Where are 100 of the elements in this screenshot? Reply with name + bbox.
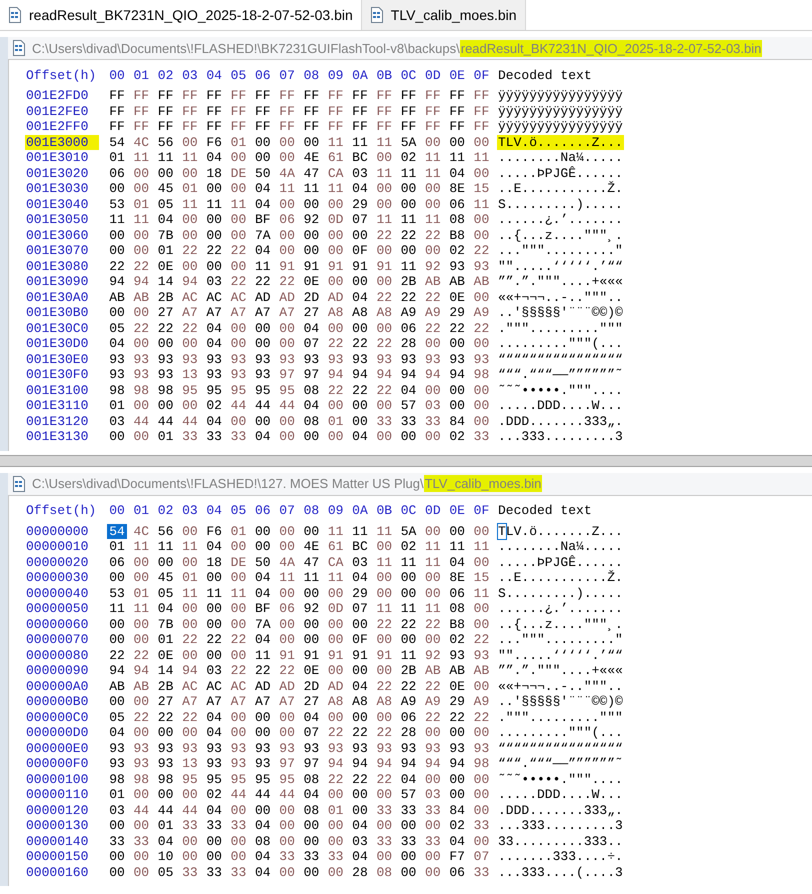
byte-cell[interactable]: 84 bbox=[447, 414, 468, 429]
byte-cell[interactable]: 2D bbox=[301, 290, 322, 305]
byte-cell[interactable]: 33 bbox=[422, 834, 443, 849]
byte-cell[interactable]: 04 bbox=[252, 632, 273, 648]
byte-cell[interactable]: 00 bbox=[326, 632, 346, 648]
byte-cell[interactable]: 04 bbox=[252, 181, 273, 196]
byte-cell[interactable]: 93 bbox=[447, 258, 468, 274]
byte-cell[interactable]: 00 bbox=[156, 787, 176, 802]
byte-cell[interactable]: 00 bbox=[422, 570, 443, 586]
byte-cell[interactable]: 94 bbox=[374, 756, 394, 772]
byte-cell[interactable]: 00 bbox=[252, 336, 273, 352]
byte-cell[interactable]: 2B bbox=[398, 663, 419, 678]
byte-cell[interactable]: 14 bbox=[156, 274, 176, 290]
byte-cell[interactable]: 11 bbox=[252, 648, 273, 663]
byte-cell[interactable]: 0E bbox=[156, 258, 176, 274]
byte-cell[interactable]: 00 bbox=[156, 725, 176, 740]
byte-cell[interactable]: 03 bbox=[204, 274, 224, 290]
byte-cell[interactable]: FF bbox=[204, 119, 224, 134]
byte-cell[interactable]: B8 bbox=[447, 616, 468, 632]
byte-cell[interactable]: 11 bbox=[374, 524, 394, 539]
byte-cell[interactable]: 27 bbox=[156, 305, 176, 320]
byte-cell[interactable]: 4A bbox=[277, 166, 298, 181]
byte-cell[interactable]: 00 bbox=[180, 554, 200, 570]
byte-cell[interactable]: 00 bbox=[398, 243, 419, 258]
byte-cell[interactable]: 00 bbox=[422, 429, 443, 444]
byte-cell[interactable]: 04 bbox=[107, 725, 127, 740]
byte-cell[interactable]: 04 bbox=[252, 849, 273, 864]
byte-cell[interactable]: 04 bbox=[107, 336, 127, 352]
byte-cell[interactable]: 45 bbox=[156, 181, 176, 196]
byte-cell[interactable]: 56 bbox=[156, 524, 176, 539]
byte-cell[interactable]: FF bbox=[326, 88, 346, 104]
byte-cell[interactable]: 33 bbox=[180, 864, 200, 880]
byte-cell[interactable]: 00 bbox=[326, 616, 346, 632]
byte-cell[interactable]: 91 bbox=[350, 258, 370, 274]
byte-cell[interactable]: 11 bbox=[374, 601, 394, 616]
byte-cell[interactable]: 29 bbox=[447, 694, 468, 710]
byte-cell[interactable]: 22 bbox=[228, 632, 248, 648]
byte-cell[interactable]: 00 bbox=[277, 616, 298, 632]
byte-cell[interactable]: 44 bbox=[277, 398, 298, 414]
byte-cell[interactable]: A8 bbox=[374, 694, 394, 710]
byte-cell[interactable]: 00 bbox=[422, 864, 443, 880]
byte-cell[interactable]: 00 bbox=[228, 725, 248, 740]
byte-cell[interactable]: CA bbox=[326, 554, 346, 570]
byte-cell[interactable]: FF bbox=[277, 104, 298, 119]
byte-cell[interactable]: AB bbox=[422, 663, 443, 678]
byte-cell[interactable]: A7 bbox=[252, 305, 273, 320]
byte-cell[interactable]: 00 bbox=[422, 632, 443, 648]
byte-cell[interactable]: 98 bbox=[471, 367, 492, 382]
byte-cell[interactable]: 94 bbox=[398, 367, 419, 382]
byte-cell[interactable]: 00 bbox=[277, 802, 298, 818]
byte-cell[interactable]: 00 bbox=[422, 849, 443, 864]
byte-cell[interactable]: 33 bbox=[204, 429, 224, 444]
byte-cell[interactable]: 00 bbox=[350, 274, 370, 290]
byte-cell[interactable]: 11 bbox=[398, 258, 419, 274]
byte-cell[interactable]: 00 bbox=[374, 849, 394, 864]
byte-cell[interactable]: 00 bbox=[374, 150, 394, 166]
byte-cell[interactable]: AB bbox=[471, 663, 492, 678]
byte-cell[interactable]: 08 bbox=[301, 802, 322, 818]
byte-cell[interactable]: FF bbox=[350, 104, 370, 119]
byte-cell[interactable]: 00 bbox=[228, 539, 248, 554]
byte-cell[interactable]: 00 bbox=[326, 818, 346, 834]
byte-cell[interactable]: FF bbox=[277, 88, 298, 104]
byte-cell[interactable]: 00 bbox=[228, 181, 248, 196]
byte-cell[interactable]: 00 bbox=[277, 243, 298, 258]
byte-cell[interactable]: 04 bbox=[252, 818, 273, 834]
byte-cell[interactable]: 00 bbox=[107, 694, 127, 710]
byte-cell[interactable]: 93 bbox=[156, 756, 176, 772]
byte-cell[interactable]: 00 bbox=[471, 166, 492, 181]
byte-cell[interactable]: A7 bbox=[277, 305, 298, 320]
byte-cell[interactable]: 91 bbox=[326, 648, 346, 663]
byte-cell[interactable]: 33 bbox=[228, 864, 248, 880]
byte-cell[interactable]: 00 bbox=[447, 134, 468, 150]
byte-cell[interactable]: 93 bbox=[156, 367, 176, 382]
byte-cell[interactable]: A7 bbox=[180, 305, 200, 320]
byte-cell[interactable]: A8 bbox=[326, 694, 346, 710]
byte-cell[interactable]: 00 bbox=[447, 725, 468, 740]
byte-cell[interactable]: 01 bbox=[156, 243, 176, 258]
byte-cell[interactable]: 01 bbox=[156, 632, 176, 648]
byte-cell[interactable]: 04 bbox=[156, 834, 176, 849]
byte-cell[interactable]: 33 bbox=[471, 429, 492, 444]
byte-cell[interactable]: FF bbox=[326, 119, 346, 134]
byte-cell[interactable]: 00 bbox=[326, 710, 346, 725]
byte-cell[interactable]: 06 bbox=[277, 601, 298, 616]
byte-cell[interactable]: 93 bbox=[422, 740, 443, 756]
byte-cell[interactable]: 00 bbox=[326, 429, 346, 444]
byte-cell[interactable]: 00 bbox=[156, 166, 176, 181]
byte-cell[interactable]: AD bbox=[252, 290, 273, 305]
byte-cell[interactable]: 04 bbox=[204, 710, 224, 725]
byte-cell[interactable]: 22 bbox=[374, 336, 394, 352]
byte-cell[interactable]: 13 bbox=[180, 367, 200, 382]
byte-cell[interactable]: 03 bbox=[350, 554, 370, 570]
byte-cell[interactable]: 00 bbox=[301, 586, 322, 601]
byte-cell[interactable]: 33 bbox=[398, 834, 419, 849]
byte-cell[interactable]: 00 bbox=[107, 616, 127, 632]
byte-cell[interactable]: 01 bbox=[107, 787, 127, 802]
byte-cell[interactable]: 04 bbox=[301, 787, 322, 802]
byte-cell[interactable]: 61 bbox=[326, 150, 346, 166]
byte-cell[interactable]: 94 bbox=[350, 367, 370, 382]
byte-cell[interactable]: 00 bbox=[471, 336, 492, 352]
byte-cell[interactable]: AC bbox=[180, 290, 200, 305]
